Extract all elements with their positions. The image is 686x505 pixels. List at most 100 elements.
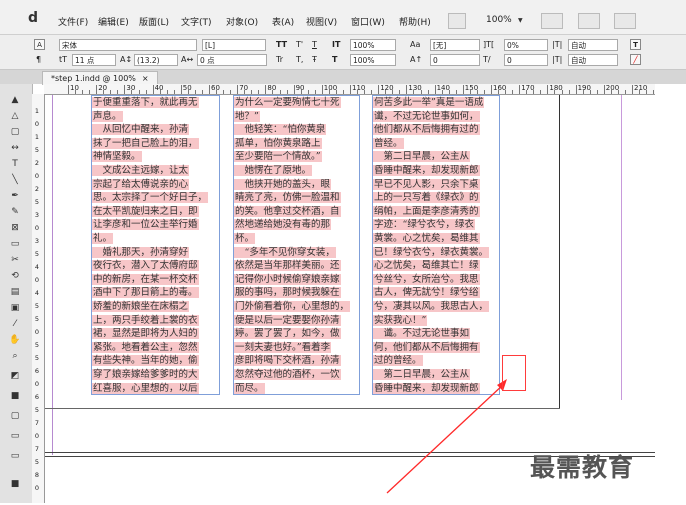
screen-mode-icon[interactable]: ▢ bbox=[6, 410, 24, 423]
text-line[interactable]: 思。太宗择了一个好日子， bbox=[92, 191, 219, 204]
text-line[interactable]: 何苦多此一举”真是一语成 bbox=[373, 96, 499, 109]
auto-field-1[interactable]: 自动 bbox=[568, 39, 618, 51]
zoom-tool-icon[interactable]: ⌕ bbox=[6, 350, 24, 363]
horizontal-scale-field[interactable]: 100% bbox=[350, 54, 396, 66]
screen-mode-button[interactable] bbox=[578, 13, 600, 29]
menu-file[interactable]: 文件(F) bbox=[58, 15, 88, 28]
gap-tool-icon[interactable]: ↔ bbox=[6, 142, 24, 155]
page-tool-icon[interactable]: ▢ bbox=[6, 126, 24, 139]
text-line[interactable]: 绢帕，上面是李彦清秀的 bbox=[373, 205, 499, 218]
direct-selection-tool-icon[interactable]: △ bbox=[6, 110, 24, 123]
text-line[interactable]: 地？” bbox=[234, 110, 359, 123]
text-line[interactable]: 古人，俾无訧兮！绿兮绤 bbox=[373, 286, 499, 299]
text-line[interactable]: 裙，显然是即将为人妇的 bbox=[92, 327, 219, 340]
text-line[interactable]: 的笑。他拿过交杯酒，自 bbox=[234, 205, 359, 218]
menu-table[interactable]: 表(A) bbox=[272, 15, 294, 28]
text-line[interactable]: 他轻笑：“怕你黄泉 bbox=[234, 123, 359, 136]
text-line[interactable]: 在太平凯旋归来之日，即 bbox=[92, 205, 219, 218]
text-line[interactable]: 声息。 bbox=[92, 110, 219, 123]
character-mode-icon[interactable]: A bbox=[34, 39, 45, 50]
text-line[interactable]: 兮，凄其以风。我思古人， bbox=[373, 300, 499, 313]
text-line[interactable]: 神情坚毅。 bbox=[92, 150, 219, 163]
vertical-scale-field[interactable]: 100% bbox=[350, 39, 396, 51]
typeset-button[interactable]: Tr bbox=[276, 54, 283, 66]
text-line[interactable]: 文成公主远嫁，让太 bbox=[92, 164, 219, 177]
text-line[interactable]: 字迹：“绿兮衣兮，绿衣 bbox=[373, 218, 499, 231]
text-line[interactable]: 抹了一把自己脸上的泪， bbox=[92, 137, 219, 150]
text-line[interactable]: 服的事吗，那时候我躲在 bbox=[234, 286, 359, 299]
text-color-icon[interactable]: T bbox=[630, 39, 641, 50]
font-size-field[interactable]: 11 点 bbox=[72, 54, 116, 66]
text-frame-column-2[interactable]: 为什么一定要殉情七十死 地？” 他轻笑：“怕你黄泉 孤单，怕你黄泉路上 至少要陪一个情… bbox=[233, 95, 360, 395]
font-family-field[interactable]: 宋体 bbox=[59, 39, 197, 51]
color-swatch-icon[interactable]: ■ bbox=[6, 478, 24, 491]
zoom-level[interactable]: 100% bbox=[486, 15, 512, 25]
auto-field-2[interactable]: 自动 bbox=[568, 54, 618, 66]
chevron-down-icon[interactable]: ▼ bbox=[518, 17, 523, 24]
tracking-field[interactable]: 0 点 bbox=[197, 54, 267, 66]
rectangle-tool-icon[interactable]: ▭ bbox=[6, 238, 24, 251]
text-line[interactable]: 从回忆中醒来，孙清 bbox=[92, 123, 219, 136]
text-line[interactable]: 有些失神。当年的她，偷 bbox=[92, 354, 219, 367]
frame-tool-icon[interactable]: ⊠ bbox=[6, 222, 24, 235]
text-line[interactable]: 依然是当年那样美丽。还 bbox=[234, 259, 359, 272]
text-line[interactable]: 他挟开她的盖头，眼 bbox=[234, 178, 359, 191]
text-line[interactable]: 孤单，怕你黄泉路上 bbox=[234, 137, 359, 150]
text-line[interactable]: 昏睡中醒来，却发现新郎 bbox=[373, 164, 499, 177]
apply-color-icon[interactable]: ■ bbox=[6, 390, 24, 403]
text-line[interactable]: 至少要陪一个情故。” bbox=[234, 150, 359, 163]
text-line[interactable]: 他们都从不后悔拥有过的 bbox=[373, 123, 499, 136]
subscript-icon[interactable]: T, bbox=[296, 54, 303, 66]
text-line[interactable]: 穿了娘亲嫁给爹爹时的大 bbox=[92, 368, 219, 381]
text-line[interactable]: 心之忧矣，曷维其亡！绿 bbox=[373, 259, 499, 272]
line-tool-icon[interactable]: ╲ bbox=[6, 174, 24, 187]
language-field[interactable]: [无] bbox=[430, 39, 480, 51]
text-line[interactable]: 睛亮了亮，仿佛一脸温和 bbox=[234, 191, 359, 204]
fill-stroke-icon[interactable]: ◩ bbox=[6, 370, 24, 383]
view-options-button[interactable] bbox=[541, 13, 563, 29]
text-line[interactable]: 让李彦和一位公主举行婚 bbox=[92, 218, 219, 231]
bridge-button[interactable] bbox=[448, 13, 466, 29]
note-tool-icon[interactable]: ▣ bbox=[6, 302, 24, 315]
transform-tool-icon[interactable]: ⟲ bbox=[6, 270, 24, 283]
eyedropper-tool-icon[interactable]: ⁄ bbox=[6, 318, 24, 331]
text-line[interactable]: 中的新房，在某一杯交杯 bbox=[92, 273, 219, 286]
gradient-tool-icon[interactable]: ▤ bbox=[6, 286, 24, 299]
document-canvas[interactable]: 于便重重落下，就此再无 声息。 从回忆中醒来，孙清 抹了一把自己脸上的泪， 神情坚毅。… bbox=[45, 95, 655, 503]
horizontal-ruler[interactable]: 10 20 30 40 50 60 70 80 90 100 110 120 130 140 150 160 1… bbox=[44, 84, 655, 95]
text-line[interactable]: 曾经。 bbox=[373, 137, 499, 150]
text-line[interactable]: 上的一只写着《绿衣》的 bbox=[373, 191, 499, 204]
text-line[interactable]: 第二日早晨，公主从 bbox=[373, 150, 499, 163]
text-line[interactable]: 门外偷看着你，心里想的， bbox=[234, 300, 359, 313]
menu-object[interactable]: 对象(O) bbox=[226, 15, 258, 28]
text-line[interactable]: 一刻夫妻也好。”看着李 bbox=[234, 341, 359, 354]
text-line[interactable]: 谶，不过无论世事如何， bbox=[373, 110, 499, 123]
text-line[interactable]: 记得你小时候偷穿娘亲嫁 bbox=[234, 273, 359, 286]
text-line[interactable]: 实获我心！” bbox=[373, 314, 499, 327]
scissors-tool-icon[interactable]: ✂ bbox=[6, 254, 24, 267]
menu-help[interactable]: 帮助(H) bbox=[399, 15, 431, 28]
type-tool-icon[interactable]: T bbox=[6, 158, 24, 171]
preview-mode-icon[interactable]: ▭ bbox=[6, 430, 24, 443]
text-line[interactable]: 早已不见人影，只余下桌 bbox=[373, 178, 499, 191]
text-line[interactable]: “多年不见你穿女装， bbox=[234, 246, 359, 259]
arrange-documents-button[interactable] bbox=[614, 13, 636, 29]
document-tab[interactable]: *step 1.indd @ 100% × bbox=[42, 71, 158, 85]
text-line[interactable]: 谶。不过无论世事如 bbox=[373, 327, 499, 340]
menu-window[interactable]: 窗口(W) bbox=[351, 15, 385, 28]
text-line[interactable]: 忽然夺过他的酒杯，一饮 bbox=[234, 368, 359, 381]
shading-field[interactable]: 0% bbox=[504, 39, 548, 51]
superscript-icon[interactable]: T' bbox=[296, 39, 303, 51]
text-line[interactable]: 兮丝兮，女所治兮。我思 bbox=[373, 273, 499, 286]
text-line[interactable]: 于便重重落下，就此再无 bbox=[92, 96, 219, 109]
all-caps-button[interactable]: TT bbox=[276, 39, 287, 51]
menu-layout[interactable]: 版面(L) bbox=[139, 15, 169, 28]
text-line[interactable]: 宗起了给太傅说亲的心 bbox=[92, 178, 219, 191]
text-line[interactable]: 然地递给她没有毒的那 bbox=[234, 218, 359, 231]
text-line[interactable]: 便是以后一定要娶你孙清 bbox=[234, 314, 359, 327]
pencil-tool-icon[interactable]: ✎ bbox=[6, 206, 24, 219]
text-line[interactable]: 婚礼那天，孙清穿好 bbox=[92, 246, 219, 259]
menu-view[interactable]: 视图(V) bbox=[306, 15, 337, 28]
selection-tool-icon[interactable]: ▲ bbox=[6, 94, 24, 107]
text-line[interactable]: 红喜服，心里想的，以后 bbox=[92, 382, 219, 395]
